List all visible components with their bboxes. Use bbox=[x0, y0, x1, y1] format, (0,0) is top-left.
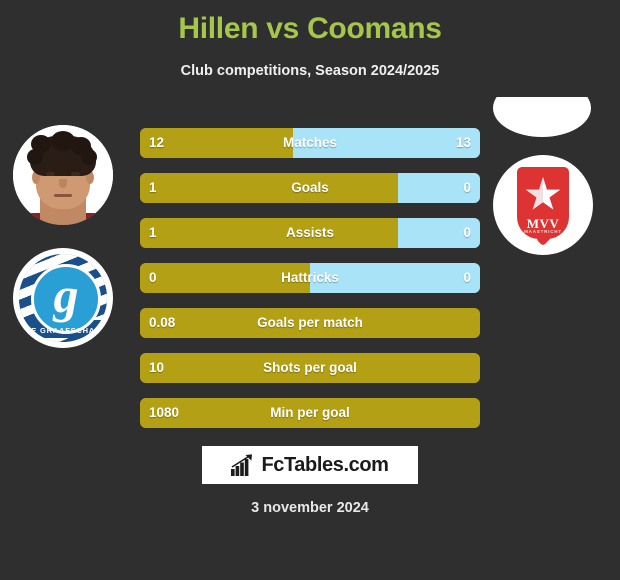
stat-label: Assists bbox=[285, 225, 335, 240]
fctables-logo-text: FcTables.com bbox=[261, 454, 389, 476]
badge-club-city: MAASTRICHT bbox=[524, 229, 562, 234]
stat-label: Min per goal bbox=[270, 405, 350, 420]
stat-bar-row: 1 Goals 0 bbox=[140, 173, 480, 203]
stat-label: Hattricks bbox=[281, 270, 339, 285]
stat-value-right: 13 bbox=[455, 135, 471, 150]
footer-date: 3 november 2024 bbox=[251, 500, 369, 516]
badge-shield: MVV MAASTRICHT bbox=[517, 167, 569, 239]
stat-bar-row: 1080 Min per goal bbox=[140, 398, 480, 428]
stat-bar-row: 0.08 Goals per match bbox=[140, 308, 480, 338]
avatar-eye-left bbox=[46, 172, 55, 176]
stat-label: Goals bbox=[291, 180, 329, 195]
left-player-avatar bbox=[13, 125, 113, 225]
fctables-logo[interactable]: FcTables.com bbox=[202, 446, 418, 484]
stat-bar-row: 10 Shots per goal bbox=[140, 353, 480, 383]
right-club-badge: MVV MAASTRICHT bbox=[493, 155, 593, 255]
bar-chart-arrow-icon bbox=[231, 454, 253, 476]
avatar-eyebrow-left bbox=[44, 167, 57, 170]
page-title: Hillen vs Coomans bbox=[178, 12, 442, 45]
stat-bar-row: 1 Assists 0 bbox=[140, 218, 480, 248]
badge-star-icon bbox=[525, 177, 561, 210]
stat-value-right: 0 bbox=[463, 270, 471, 285]
stat-value-right: 0 bbox=[463, 225, 471, 240]
page-header: Hillen vs Coomans Club competitions, Sea… bbox=[0, 0, 620, 80]
avatar-nose bbox=[59, 179, 67, 188]
page-subtitle: Club competitions, Season 2024/2025 bbox=[180, 63, 440, 79]
stat-bar-row: 0 Hattricks 0 bbox=[140, 263, 480, 293]
right-player-column: MVV MAASTRICHT bbox=[490, 97, 620, 420]
stat-label: Shots per goal bbox=[263, 360, 357, 375]
badge-inner-circle: g bbox=[31, 264, 101, 334]
badge-monogram: g bbox=[53, 267, 79, 323]
left-club-badge: g DE GRAAFSCHAP bbox=[13, 248, 113, 348]
stat-label: Goals per match bbox=[257, 315, 363, 330]
avatar-mouth bbox=[54, 194, 72, 197]
avatar-eyebrow-right bbox=[69, 167, 82, 170]
stats-comparison-list: 12 Matches 13 1 Goals 0 1 Assists 0 0 Hattricks 0 0.… bbox=[140, 128, 480, 443]
avatar-hair-curl bbox=[81, 149, 97, 165]
right-player-avatar bbox=[490, 97, 594, 139]
avatar-eye-right bbox=[71, 172, 80, 176]
badge-club-name: DE GRAAFSCHAP bbox=[25, 326, 101, 335]
stat-bar-row: 12 Matches 13 bbox=[140, 128, 480, 158]
left-player-column: g DE GRAAFSCHAP bbox=[0, 100, 130, 420]
stat-value-right: 0 bbox=[463, 180, 471, 195]
stat-label: Matches bbox=[282, 135, 338, 150]
badge-outer-ring: g DE GRAAFSCHAP bbox=[19, 254, 107, 342]
avatar-placeholder-shape bbox=[493, 97, 591, 137]
avatar-hair-curl bbox=[27, 149, 43, 165]
